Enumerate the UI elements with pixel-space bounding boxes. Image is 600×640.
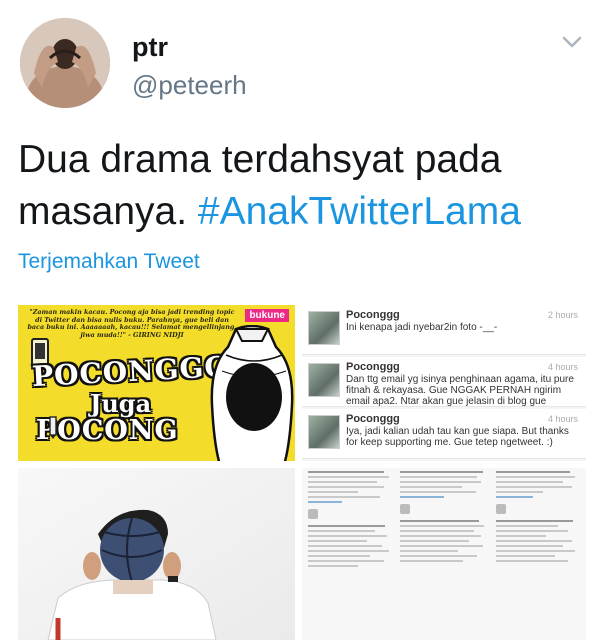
mention-username: Poconggg <box>346 361 400 373</box>
book-title-line1: POCONGGG <box>31 349 231 394</box>
mention-username: Poconggg <box>346 309 400 321</box>
tweet-card: ptr @peteerh Dua drama terdahsyat pada m… <box>0 0 600 640</box>
display-name[interactable]: ptr <box>132 32 168 63</box>
mention-time: 2 hours <box>547 310 578 320</box>
mention-avatar <box>308 415 340 449</box>
hashtag-link[interactable]: #AnakTwitterLama <box>198 190 521 233</box>
publisher-badge: bukune <box>245 309 289 322</box>
mention-text: Dan ttg email yg isinya penghinaan agama… <box>346 374 574 407</box>
chat-column <box>400 468 488 640</box>
pen-doodle-icon <box>49 416 57 439</box>
person-photo <box>18 468 295 640</box>
pocong-ghost-illustration <box>210 325 294 461</box>
media-image-person-basketball[interactable] <box>18 468 295 640</box>
mention-item: Poconggg 4 hours Dan ttg email yg isinya… <box>302 357 586 407</box>
book-title-line2: Juga <box>90 389 152 418</box>
mention-item: Poconggg 4 hours Iya, jadi kalian udah t… <box>302 409 586 459</box>
mention-time: 4 hours <box>547 362 578 372</box>
mention-username: Poconggg <box>346 413 400 425</box>
mention-item: Poconggg 2 hours Ini kenapa jadi nyebar2… <box>302 305 586 355</box>
mention-time: 4 hours <box>547 414 578 424</box>
chat-column <box>308 468 392 640</box>
avatar[interactable] <box>20 18 110 108</box>
avatar-photo <box>20 18 110 108</box>
username[interactable]: @peteerh <box>132 70 247 101</box>
media-image-book-cover[interactable]: "Zaman makin kacau. Pocong aja bisa jadi… <box>18 305 295 461</box>
mention-avatar <box>308 311 340 345</box>
tweet-text: Dua drama terdahsyat pada masanya. #Anak… <box>18 134 588 238</box>
media-image-chat-screenshot[interactable] <box>302 468 586 640</box>
mention-avatar <box>308 363 340 397</box>
chevron-down-icon[interactable] <box>560 30 584 54</box>
chat-column <box>496 468 580 640</box>
mention-text: Ini kenapa jadi nyebar2in foto -__- <box>346 322 498 333</box>
mention-text: Iya, jadi kalian udah tau kan gue siapa.… <box>346 426 569 448</box>
media-image-mentions[interactable]: Poconggg 2 hours Ini kenapa jadi nyebar2… <box>302 305 586 461</box>
translate-tweet-link[interactable]: Terjemahkan Tweet <box>18 250 200 274</box>
media-grid: "Zaman makin kacau. Pocong aja bisa jadi… <box>18 305 586 640</box>
